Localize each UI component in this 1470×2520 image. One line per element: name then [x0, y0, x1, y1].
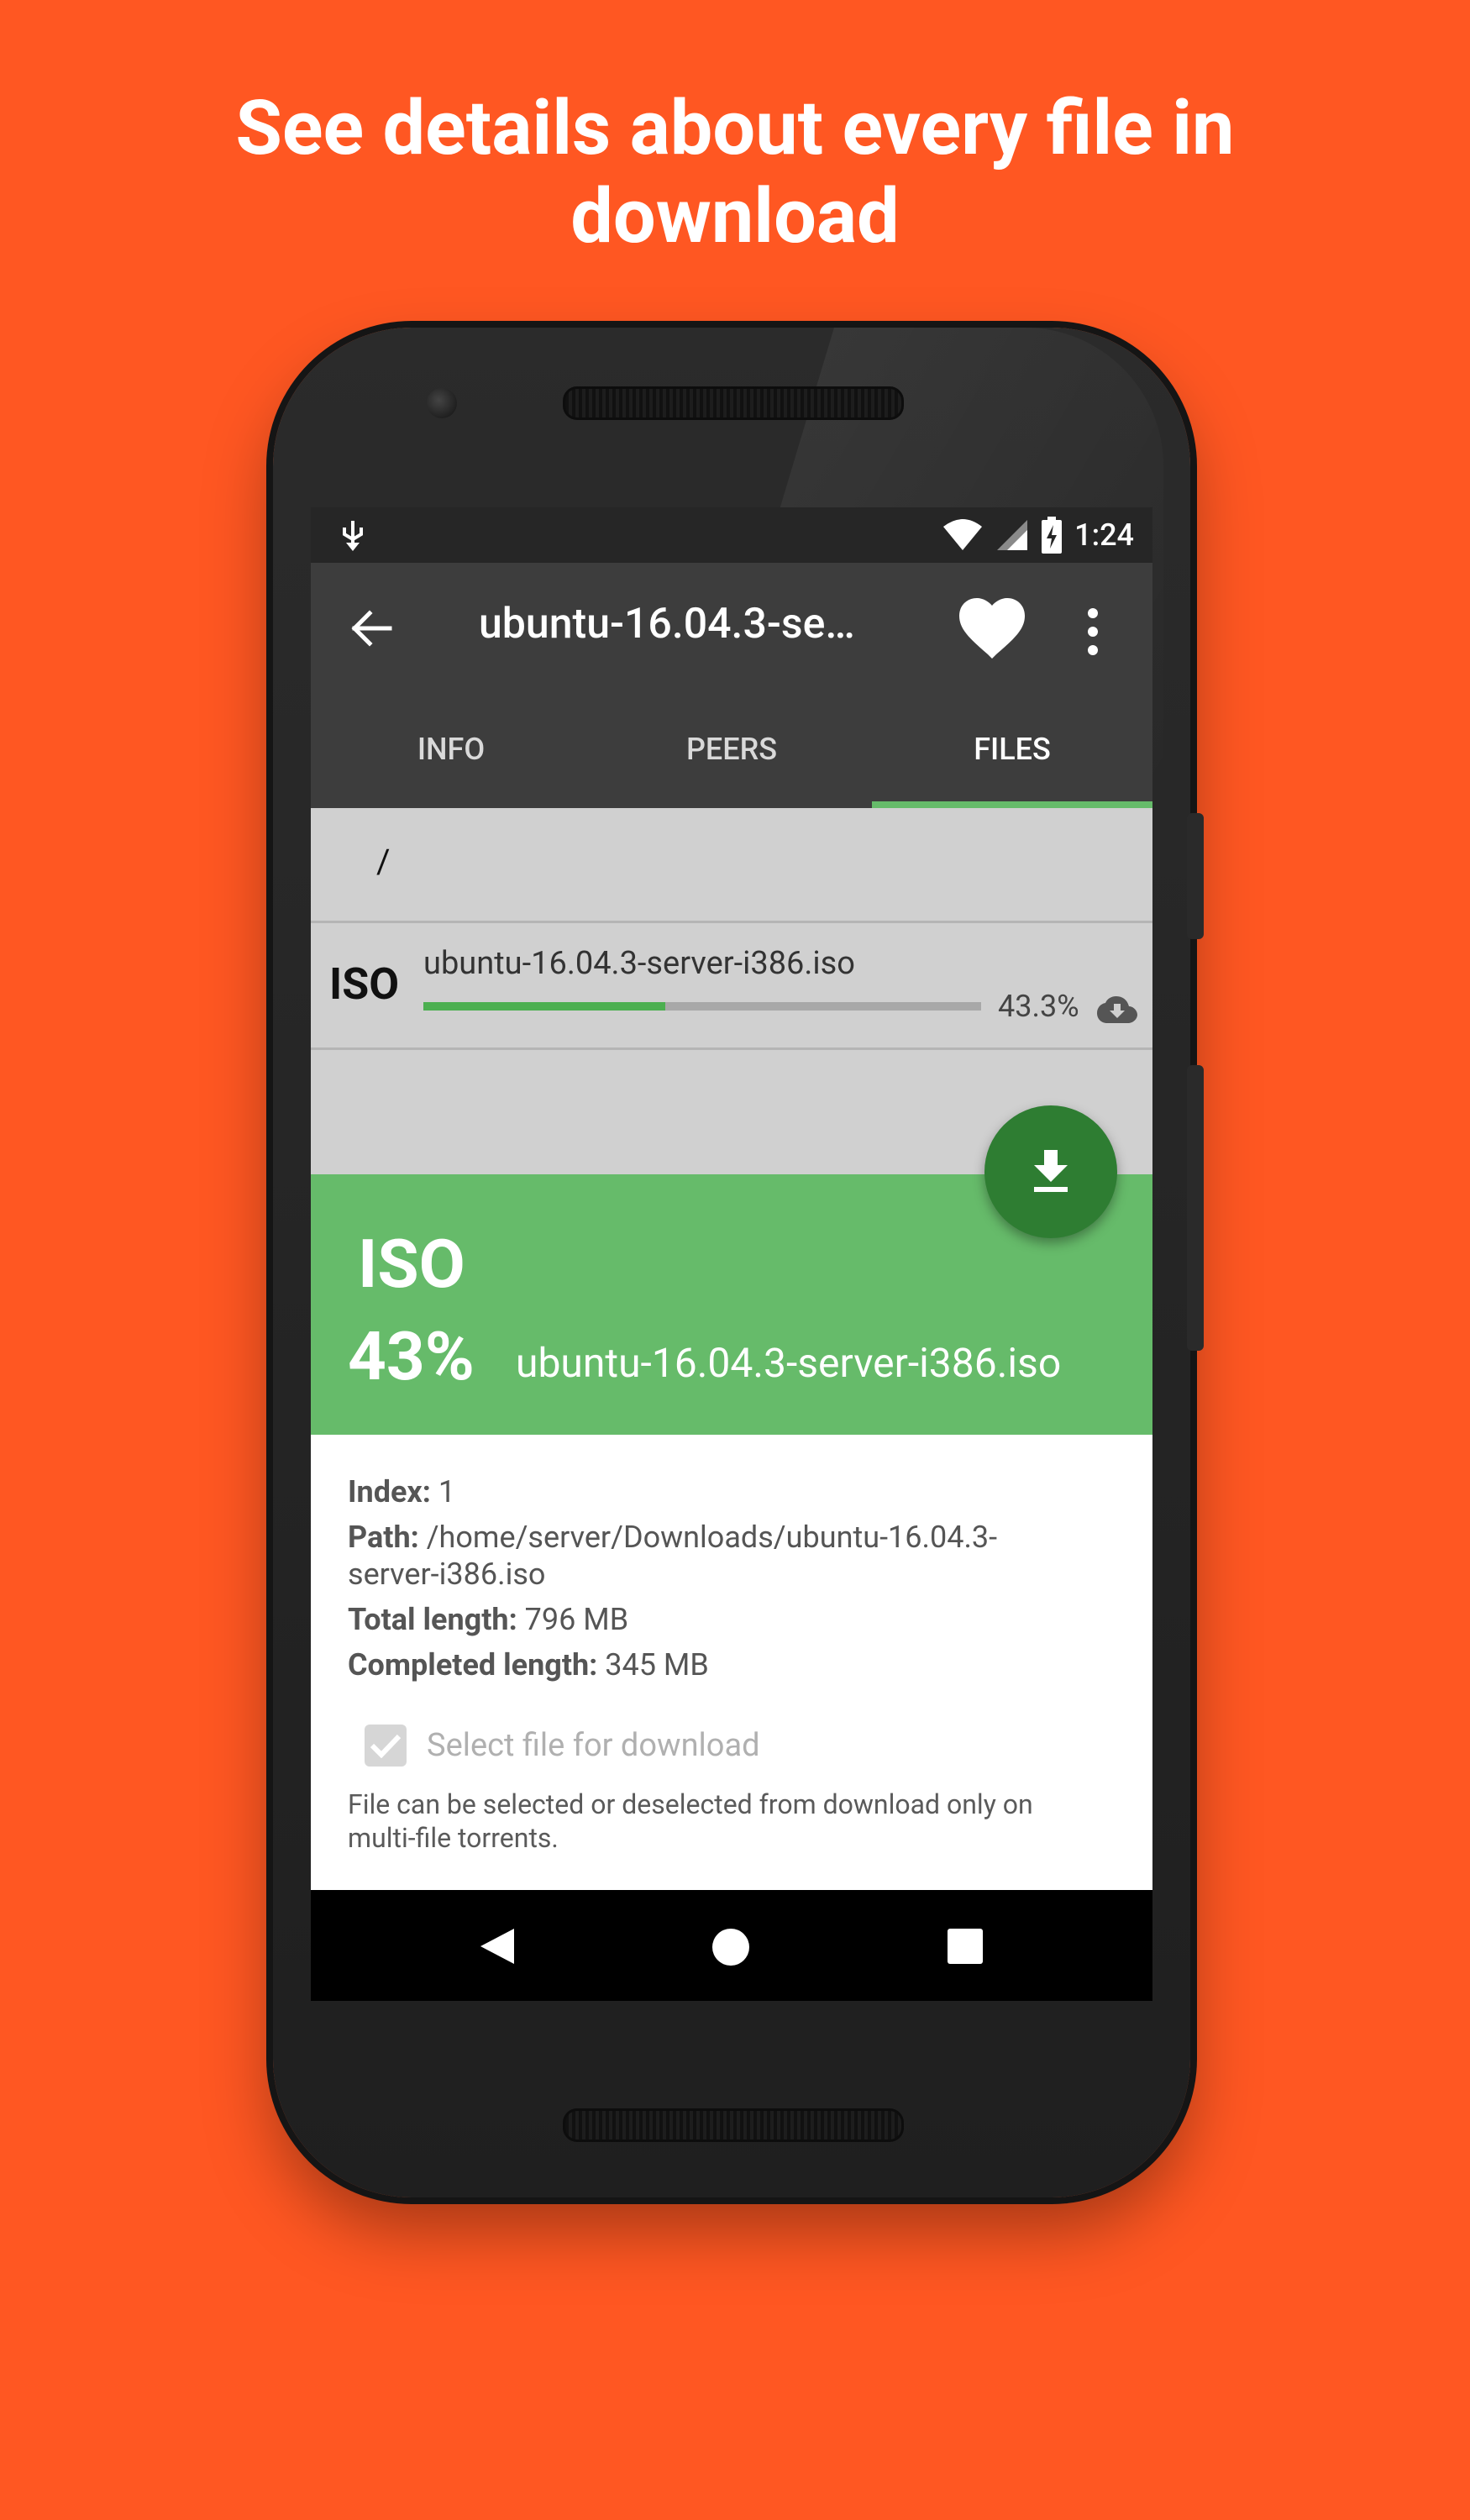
promo-title-line-2: download — [570, 172, 900, 260]
usb-debug-icon — [343, 521, 363, 551]
download-fab[interactable] — [984, 1105, 1117, 1238]
top-speaker — [563, 386, 904, 420]
tab-files[interactable]: FILES — [872, 690, 1152, 808]
detail-completed-length: Completed length: 345 MB — [348, 1646, 1104, 1683]
download-icon — [1034, 1150, 1068, 1192]
more-vert-icon[interactable] — [1084, 606, 1102, 657]
front-camera — [427, 388, 457, 418]
phone-volume-button — [1187, 1065, 1204, 1351]
file-name: ubuntu-16.04.3-server-i386.iso — [423, 945, 855, 982]
detail-index-label: Index: — [348, 1474, 431, 1509]
tab-peers[interactable]: PEERS — [591, 690, 872, 808]
select-file-checkbox[interactable] — [365, 1725, 407, 1767]
file-progress-percent: 43.3% — [998, 989, 1079, 1024]
detail-total-value: 796 MB — [524, 1602, 629, 1637]
file-extension: ISO — [329, 958, 400, 1010]
file-detail-body: Index: 1 Path: /home/server/Downloads/ub… — [311, 1435, 1152, 1890]
appbar-title: ubuntu-16.04.3-se… — [479, 600, 855, 648]
detail-file-name: ubuntu-16.04.3-server-i386.iso — [516, 1339, 1062, 1387]
detail-total-length: Total length: 796 MB — [348, 1601, 1104, 1638]
recents-square-icon[interactable] — [948, 1929, 983, 1964]
arrow-left-icon[interactable] — [348, 605, 395, 652]
selection-note-line-1: File can be selected or deselected from … — [348, 1788, 1033, 1820]
promo-title: See details about every file in download — [0, 84, 1470, 260]
selection-note: File can be selected or deselected from … — [348, 1788, 1104, 1855]
detail-path-value-cont: server-i386.iso — [348, 1557, 546, 1592]
navigation-bar — [311, 1890, 1152, 2001]
detail-path-label: Path: — [348, 1520, 419, 1555]
current-path: / — [376, 842, 391, 881]
promo-title-line-1: See details about every file in — [235, 84, 1235, 172]
phone-power-button — [1187, 813, 1204, 939]
heart-icon[interactable] — [958, 596, 1026, 660]
detail-completed-label: Completed length: — [348, 1647, 598, 1683]
home-circle-icon[interactable] — [711, 1927, 751, 1967]
detail-index-value: 1 — [438, 1474, 456, 1509]
signal-icon — [997, 520, 1028, 550]
cloud-download-icon — [1097, 996, 1137, 1023]
detail-percent: 43% — [348, 1317, 475, 1396]
detail-completed-value: 345 MB — [605, 1647, 709, 1683]
status-time: 1:24 — [1074, 517, 1134, 553]
path-row[interactable]: / — [311, 808, 1152, 923]
select-file-label: Select file for download — [427, 1727, 760, 1764]
check-icon — [370, 1734, 402, 1758]
file-row[interactable]: ISO ubuntu-16.04.3-server-i386.iso 43.3% — [311, 923, 1152, 1050]
file-progress-bar — [423, 1002, 981, 1011]
back-triangle-icon[interactable] — [479, 1927, 516, 1966]
detail-path-value: /home/server/Downloads/ubuntu-16.04.3- — [426, 1520, 998, 1555]
tab-info[interactable]: INFO — [311, 690, 591, 808]
select-file-row: Select file for download — [365, 1720, 760, 1771]
detail-extension: ISO — [358, 1225, 465, 1304]
app-bar: ubuntu-16.04.3-se… — [311, 563, 1152, 690]
detail-total-label: Total length: — [348, 1602, 517, 1637]
battery-charging-icon — [1042, 517, 1063, 554]
tab-bar: INFO PEERS FILES — [311, 690, 1152, 808]
status-bar: 1:24 — [311, 507, 1152, 563]
bottom-speaker — [563, 2108, 904, 2142]
selection-note-line-2: multi-file torrents. — [348, 1822, 559, 1854]
detail-index: Index: 1 — [348, 1473, 1104, 1510]
wifi-icon — [943, 519, 983, 550]
status-right: 1:24 — [942, 514, 1134, 556]
file-progress-fill — [423, 1002, 665, 1011]
detail-path: Path: /home/server/Downloads/ubuntu-16.0… — [348, 1519, 1104, 1593]
phone-screen: 1:24 ubuntu-16.04.3-se… INFO PEERS FILES… — [311, 507, 1152, 2001]
